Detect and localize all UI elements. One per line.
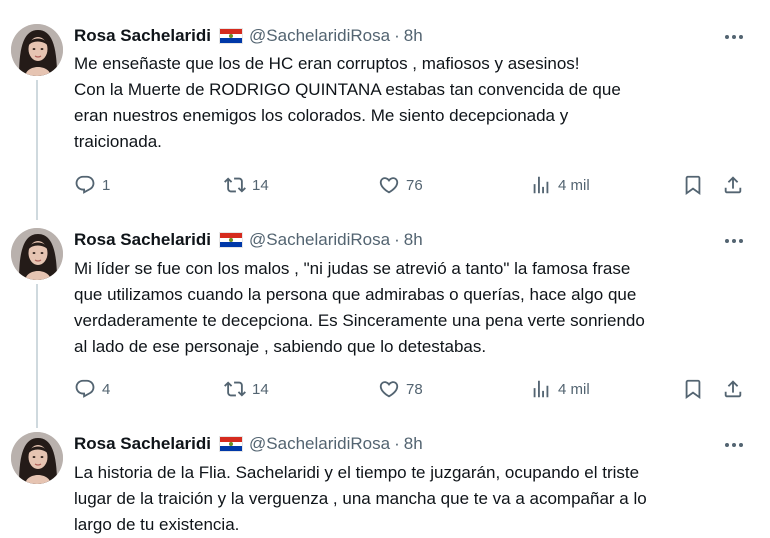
thread-line — [36, 80, 38, 220]
avatar[interactable] — [11, 24, 63, 76]
tweet-text-line: traicionada. — [74, 132, 162, 151]
heart-icon — [378, 378, 400, 400]
separator: · — [394, 434, 400, 453]
bookmark-icon — [682, 174, 704, 196]
retweet-icon — [224, 378, 246, 400]
reply-button[interactable]: 4 — [74, 377, 110, 401]
action-bar: 4 14 78 4 mil — [74, 377, 754, 401]
paraguay-flag-icon — [219, 232, 244, 248]
timestamp[interactable]: 8h — [404, 434, 423, 454]
retweet-count: 14 — [252, 176, 269, 194]
tweet-text-line: que utilizamos cuando la persona que adm… — [74, 285, 637, 304]
heart-icon — [378, 174, 400, 196]
reply-icon — [74, 174, 96, 196]
timestamp[interactable]: 8h — [404, 230, 423, 250]
retweet-icon — [224, 174, 246, 196]
reply-count: 4 — [102, 380, 111, 398]
paraguay-flag-icon — [219, 28, 244, 44]
tweet-text-line: largo de tu existencia. — [74, 515, 240, 534]
tweet-header: Rosa Sachelaridi @SachelaridiRosa · 8h — [74, 433, 423, 455]
tweet-text-line: Me enseñaste que los de HC eran corrupto… — [74, 54, 580, 73]
share-button[interactable] — [722, 173, 744, 197]
tweet-text: Mi líder se fue con los malos , "ni juda… — [74, 256, 754, 360]
more-icon[interactable] — [722, 30, 746, 44]
tweet-text-line: lugar de la traición y la verguenza , un… — [74, 489, 647, 508]
tweet[interactable]: Rosa Sachelaridi @SachelaridiRosa · 8h M… — [0, 208, 770, 428]
tweet-header: Rosa Sachelaridi @SachelaridiRosa · 8h — [74, 25, 423, 47]
thread-line — [36, 284, 38, 428]
like-count: 78 — [406, 380, 423, 398]
more-icon[interactable] — [722, 438, 746, 452]
separator: · — [394, 26, 400, 45]
tweet-text-line: eran nuestros enemigos los colorados. Me… — [74, 106, 569, 125]
author-handle[interactable]: @SachelaridiRosa — [249, 230, 390, 250]
like-button[interactable]: 76 — [378, 173, 423, 197]
separator: · — [394, 230, 400, 249]
bookmark-button[interactable] — [682, 173, 704, 197]
views-icon — [530, 174, 552, 196]
tweet-text-line: verdaderamente te decepciona. Es Sincera… — [74, 311, 645, 330]
share-icon — [722, 174, 744, 196]
retweet-count: 14 — [252, 380, 269, 398]
views-button[interactable]: 4 mil — [530, 173, 590, 197]
action-bar: 1 14 76 4 mil — [74, 173, 754, 197]
tweet-text-line: Mi líder se fue con los malos , "ni juda… — [74, 259, 631, 278]
reply-icon — [74, 378, 96, 400]
more-icon[interactable] — [722, 234, 746, 248]
views-count: 4 mil — [558, 176, 590, 194]
share-button[interactable] — [722, 377, 744, 401]
like-button[interactable]: 78 — [378, 377, 423, 401]
timestamp[interactable]: 8h — [404, 26, 423, 46]
retweet-button[interactable]: 14 — [224, 377, 269, 401]
author-name[interactable]: Rosa Sachelaridi — [74, 230, 211, 250]
tweet[interactable]: Rosa Sachelaridi @SachelaridiRosa · 8h M… — [0, 0, 770, 220]
views-icon — [530, 378, 552, 400]
author-name[interactable]: Rosa Sachelaridi — [74, 434, 211, 454]
tweet-text: La historia de la Flia. Sachelaridi y el… — [74, 460, 754, 538]
tweet-text: Me enseñaste que los de HC eran corrupto… — [74, 51, 754, 155]
tweet-header: Rosa Sachelaridi @SachelaridiRosa · 8h — [74, 229, 423, 251]
views-button[interactable]: 4 mil — [530, 377, 590, 401]
tweet-text-line: La historia de la Flia. Sachelaridi y el… — [74, 463, 640, 482]
tweet-text-line: Con la Muerte de RODRIGO QUINTANA estaba… — [74, 80, 621, 99]
reply-count: 1 — [102, 176, 111, 194]
author-handle[interactable]: @SachelaridiRosa — [249, 26, 390, 46]
retweet-button[interactable]: 14 — [224, 173, 269, 197]
like-count: 76 — [406, 176, 423, 194]
tweet[interactable]: Rosa Sachelaridi @SachelaridiRosa · 8h L… — [0, 416, 770, 536]
reply-button[interactable]: 1 — [74, 173, 110, 197]
author-name[interactable]: Rosa Sachelaridi — [74, 26, 211, 46]
bookmark-button[interactable] — [682, 377, 704, 401]
views-count: 4 mil — [558, 380, 590, 398]
tweet-text-line: al lado de ese personaje , sabiendo que … — [74, 337, 487, 356]
paraguay-flag-icon — [219, 436, 244, 452]
bookmark-icon — [682, 378, 704, 400]
avatar[interactable] — [11, 432, 63, 484]
author-handle[interactable]: @SachelaridiRosa — [249, 434, 390, 454]
share-icon — [722, 378, 744, 400]
avatar[interactable] — [11, 228, 63, 280]
